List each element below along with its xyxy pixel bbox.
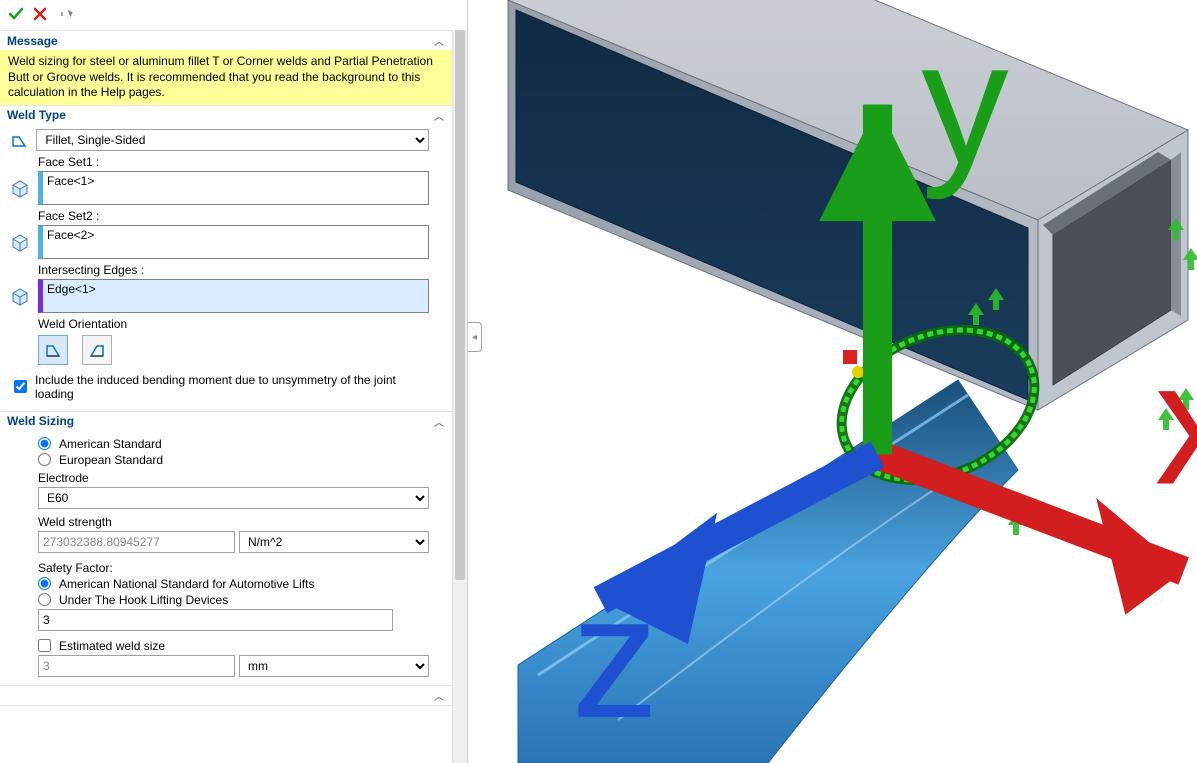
message-text: Weld sizing for steel or aluminum fillet…: [0, 50, 452, 105]
electrode-select[interactable]: E60: [38, 487, 429, 509]
face-set2-label: Face Set2 :: [38, 209, 429, 223]
chevron-up-icon: ︿: [434, 414, 444, 429]
safety-factor-label: Safety Factor:: [38, 561, 429, 575]
american-standard-label: American Standard: [59, 437, 162, 451]
svg-text:x: x: [1155, 327, 1197, 522]
safety-hook-radio[interactable]: [38, 593, 51, 606]
include-bending-checkbox[interactable]: [14, 380, 27, 393]
section-title: Weld Type: [7, 108, 66, 122]
chevron-up-icon: ︿: [434, 33, 444, 48]
edge-icon: [8, 286, 32, 306]
weld-strength-label: Weld strength: [38, 515, 429, 529]
weld-type-select[interactable]: Fillet, Single-Sided: [36, 129, 429, 151]
pin-icon[interactable]: [60, 6, 76, 25]
estimated-weld-size-unit-select[interactable]: mm: [239, 655, 429, 677]
weld-type-icon: [8, 131, 30, 149]
chevron-up-icon: ︿: [434, 108, 444, 123]
american-standard-radio[interactable]: [38, 437, 51, 450]
safety-factor-input[interactable]: [38, 609, 393, 631]
ok-icon[interactable]: [8, 6, 24, 25]
safety-automotive-label: American National Standard for Automotiv…: [59, 577, 314, 591]
european-standard-label: European Standard: [59, 453, 163, 467]
electrode-label: Electrode: [38, 471, 429, 485]
panel-collapse-tab[interactable]: ◂: [468, 322, 482, 352]
weld-orientation-label: Weld Orientation: [38, 317, 429, 331]
svg-text:y: y: [921, 6, 1009, 201]
estimated-weld-size-input: [38, 655, 235, 677]
section-header-weld-sizing[interactable]: Weld Sizing ︿: [0, 411, 452, 431]
view-orientation-triad[interactable]: x y z: [513, 0, 1197, 763]
intersecting-edges-list[interactable]: Edge<1>: [38, 279, 429, 313]
section-header-collapsed[interactable]: ︿: [0, 685, 452, 706]
estimated-weld-size-checkbox[interactable]: [38, 639, 51, 652]
section-title: Weld Sizing: [7, 414, 74, 428]
safety-automotive-radio[interactable]: [38, 577, 51, 590]
graphics-viewport[interactable]: x y z: [468, 0, 1197, 763]
estimated-weld-size-label: Estimated weld size: [59, 639, 165, 653]
face-set2-list[interactable]: Face<2>: [38, 225, 429, 259]
cancel-icon[interactable]: [32, 6, 48, 25]
section-title: Message: [7, 34, 58, 48]
weld-strength-unit-select[interactable]: N/m^2: [239, 531, 429, 553]
weld-orientation-side2-button[interactable]: [82, 335, 112, 365]
weld-orientation-side1-button[interactable]: [38, 335, 68, 365]
face-icon: [8, 232, 32, 252]
intersecting-edges-label: Intersecting Edges :: [38, 263, 429, 277]
safety-hook-label: Under The Hook Lifting Devices: [59, 593, 228, 607]
panel-scrollbar[interactable]: [452, 30, 467, 763]
section-header-message[interactable]: Message ︿: [0, 30, 452, 50]
weld-strength-input: [38, 531, 235, 553]
section-header-weld-type[interactable]: Weld Type ︿: [0, 105, 452, 125]
chevron-up-icon: ︿: [434, 688, 444, 703]
face-icon: [8, 178, 32, 198]
svg-text:z: z: [571, 560, 658, 755]
face-set1-label: Face Set1 :: [38, 155, 429, 169]
include-bending-label: Include the induced bending moment due t…: [35, 373, 429, 401]
european-standard-radio[interactable]: [38, 453, 51, 466]
face-set1-list[interactable]: Face<1>: [38, 171, 429, 205]
